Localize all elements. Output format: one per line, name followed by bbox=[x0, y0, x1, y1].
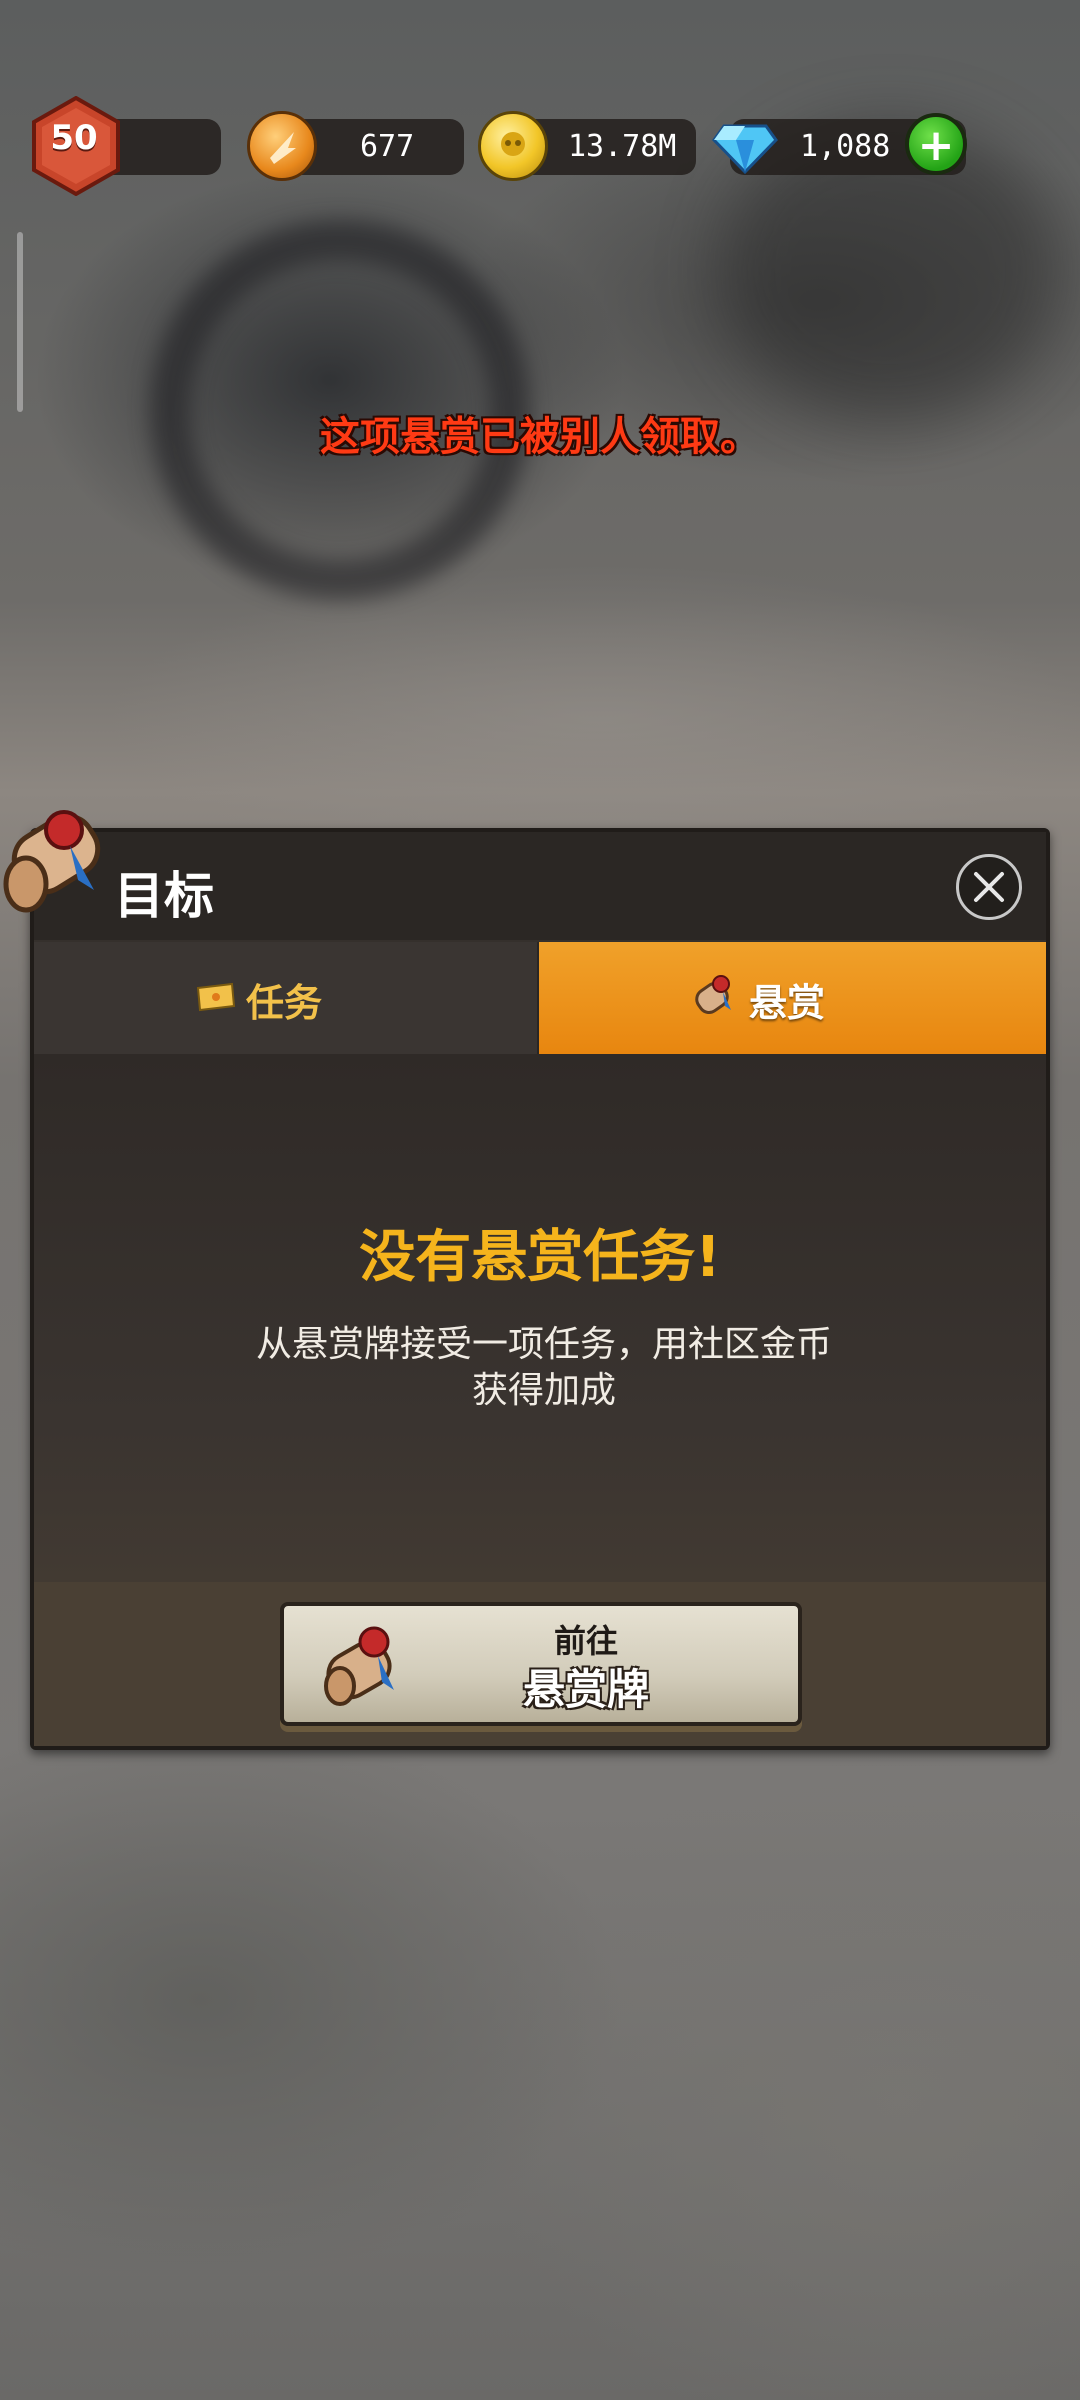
toast-message: 这项悬赏已被别人领取。 bbox=[320, 414, 760, 460]
objectives-panel: 目标 任务 悬赏 没有悬赏任务! 从悬赏牌接受一项任务，用社区金币获得加成 前往… bbox=[30, 828, 1050, 1750]
panel-title: 目标 bbox=[114, 867, 214, 925]
close-icon bbox=[974, 872, 1004, 902]
side-scroll-indicator bbox=[17, 232, 23, 412]
panel-footer: 前往 悬赏牌 bbox=[34, 1582, 1046, 1746]
objective-scroll-icon bbox=[3, 810, 101, 913]
close-button[interactable] bbox=[956, 854, 1022, 920]
tab-bar: 任务 悬赏 bbox=[34, 942, 1046, 1054]
gem-value: 1,088 bbox=[800, 129, 891, 164]
tab-tasks-label: 任务 bbox=[246, 981, 323, 1025]
button-main-label: 悬赏牌 bbox=[522, 1665, 649, 1714]
tab-bounty[interactable]: 悬赏 bbox=[539, 942, 1046, 1054]
bounty-content: 没有悬赏任务! 从悬赏牌接受一项任务，用社区金币获得加成 bbox=[34, 1054, 1046, 1582]
ticket-icon bbox=[196, 982, 236, 1012]
gold-coin-icon bbox=[478, 111, 548, 181]
scroll-icon bbox=[695, 975, 731, 1015]
diamond-icon bbox=[712, 124, 778, 175]
add-gems-button[interactable]: + bbox=[905, 113, 967, 175]
level-value: 50 bbox=[50, 118, 98, 158]
go-to-bounty-board-button[interactable]: 前往 悬赏牌 bbox=[280, 1602, 802, 1726]
tab-bounty-label: 悬赏 bbox=[749, 981, 826, 1025]
panel-header: 目标 bbox=[34, 832, 1046, 940]
energy-coin-icon bbox=[247, 111, 317, 181]
gold-value: 13.78M bbox=[568, 129, 677, 164]
energy-value: 677 bbox=[360, 129, 415, 164]
empty-state-description: 从悬赏牌接受一项任务，用社区金币获得加成 bbox=[255, 1324, 832, 1411]
tab-tasks[interactable]: 任务 bbox=[34, 942, 539, 1054]
empty-state-title: 没有悬赏任务! bbox=[359, 1225, 721, 1290]
